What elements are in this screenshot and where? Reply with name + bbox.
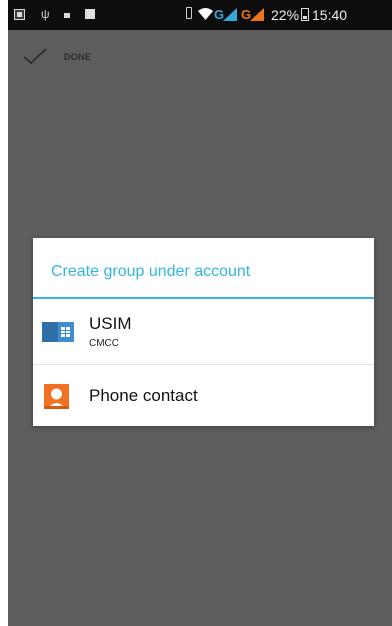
vibrate-icon — [186, 7, 192, 19]
battery-percent: 22% — [271, 7, 300, 23]
account-option-label: USIM — [89, 314, 132, 333]
clock-time: 15:40 — [312, 7, 348, 23]
signal-icon — [250, 8, 264, 21]
phone-contact-icon — [44, 384, 69, 409]
wifi-icon — [198, 8, 213, 20]
signal-icon — [223, 8, 237, 21]
checkmark-icon[interactable] — [22, 47, 48, 65]
create-group-dialog: Create group under account USIM CMCC Pho… — [33, 238, 374, 426]
action-bar: DONE — [8, 30, 392, 82]
sim-card-icon — [42, 322, 74, 342]
done-button[interactable]: DONE — [64, 52, 91, 62]
status-bar: ψ G G 22% 15:40 — [8, 0, 392, 30]
account-option-usim[interactable]: USIM CMCC — [33, 300, 374, 365]
dialog-title: Create group under account — [51, 263, 251, 280]
square-icon — [85, 9, 95, 19]
dot-icon — [64, 13, 70, 18]
dialog-divider — [33, 297, 374, 299]
account-option-sublabel: CMCC — [89, 338, 119, 349]
notification-icon — [14, 9, 25, 20]
screen: ψ G G 22% 15:40 DONE Create group under … — [8, 0, 392, 626]
account-option-phone-contact[interactable]: Phone contact — [33, 365, 374, 426]
battery-icon — [301, 8, 309, 21]
usb-icon: ψ — [41, 7, 50, 21]
account-option-label: Phone contact — [89, 386, 198, 405]
